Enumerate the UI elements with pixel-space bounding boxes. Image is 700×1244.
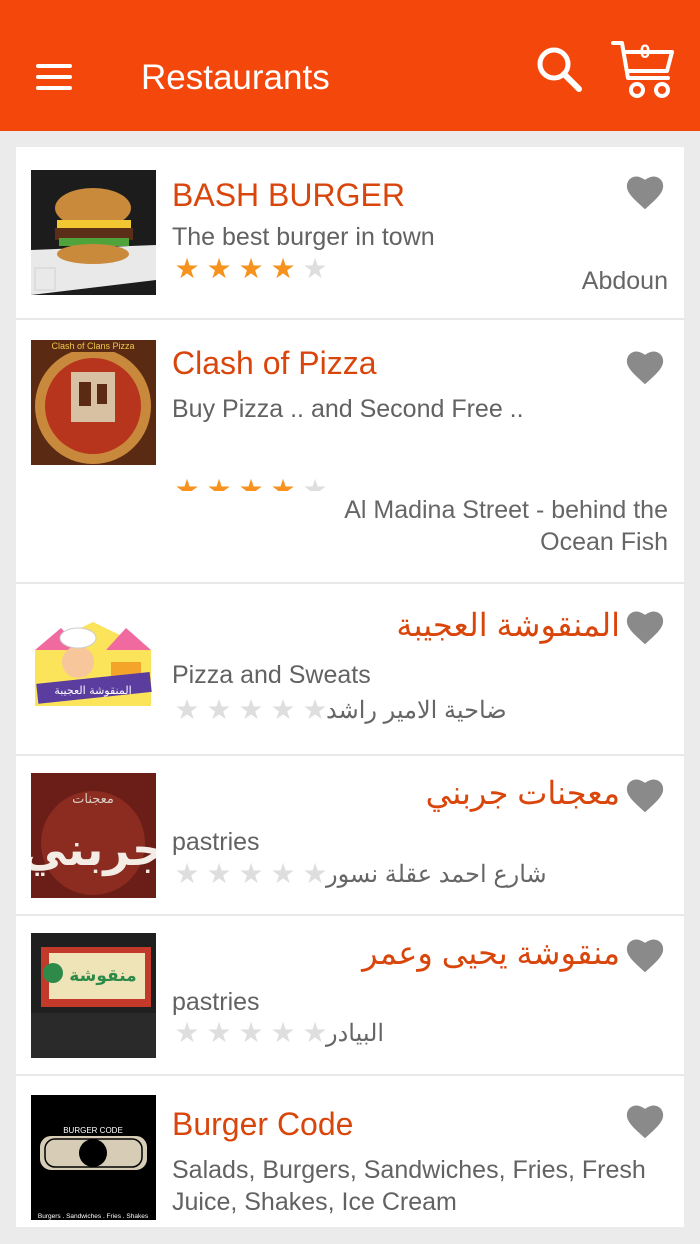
restaurant-name[interactable]: Clash of Pizza xyxy=(172,345,377,382)
star-icon: ★ xyxy=(300,476,330,491)
star-icon: ★ xyxy=(268,476,298,491)
restaurant-description: Salads, Burgers, Sandwiches, Fries, Fres… xyxy=(172,1156,646,1216)
restaurant-thumbnail: BURGER CODE Burgers . Sandwiches . Fries… xyxy=(31,1095,156,1220)
restaurant-item[interactable]: معجنات جربني معجنات جربني pastries ★ ★ ★ ★ ★… xyxy=(16,756,684,916)
star-icon: ★ xyxy=(174,693,200,726)
star-icon: ★ xyxy=(174,252,200,285)
restaurant-location: شارع احمد عقلة نسور xyxy=(326,861,547,888)
restaurant-name[interactable]: BASH BURGER xyxy=(172,177,405,214)
restaurant-thumbnail: Clash of Clans Pizza xyxy=(31,340,156,465)
star-icon: ★ xyxy=(204,476,234,491)
star-icon: ★ xyxy=(174,857,200,890)
restaurant-description: Pizza and Sweats xyxy=(172,661,371,689)
star-icon: ★ xyxy=(206,1016,232,1049)
thumbnail-caption: منقوشة xyxy=(69,966,136,986)
restaurant-location: ضاحية الامير راشد xyxy=(326,697,507,724)
menu-icon[interactable] xyxy=(36,64,74,90)
restaurant-item[interactable]: Clash of Clans Pizza Clash of Pizza Buy … xyxy=(16,320,684,584)
restaurant-name[interactable]: منقوشة يحيى وعمر xyxy=(362,934,620,972)
restaurant-item[interactable]: BURGER CODE Burgers . Sandwiches . Fries… xyxy=(16,1076,684,1227)
thumbnail-caption: المنقوشة العجيبة xyxy=(54,684,131,697)
restaurant-item[interactable]: المنقوشة العجيبة المنقوشة العجيبة Pizza … xyxy=(16,584,684,756)
restaurant-description: Buy Pizza .. and Second Free .. xyxy=(172,395,524,423)
star-icon: ★ xyxy=(270,857,296,890)
star-icon: ★ xyxy=(238,252,264,285)
thumbnail-caption: Clash of Clans Pizza xyxy=(51,341,134,351)
restaurant-name[interactable]: معجنات جربني xyxy=(426,774,620,812)
rating-stars: ★★★★★ xyxy=(172,860,330,890)
restaurant-description: The best burger in town xyxy=(172,223,435,251)
star-icon: ★ xyxy=(236,476,266,491)
star-icon: ★ xyxy=(206,693,232,726)
restaurant-list[interactable]: BASH BURGER The best burger in town ★ ★ ★ ★… xyxy=(16,147,684,1227)
favorite-heart-icon[interactable] xyxy=(624,1102,666,1140)
svg-text:جربني: جربني xyxy=(31,822,156,876)
rating-stars: ★★★★★ xyxy=(172,476,330,491)
thumbnail-subcaption: Burgers . Sandwiches . Fries . Shakes xyxy=(38,1213,149,1220)
restaurant-thumbnail: المنقوشة العجيبة xyxy=(31,610,156,735)
restaurant-location: Al Madina Street - behind the Ocean Fish xyxy=(344,496,668,556)
star-icon: ★ xyxy=(302,252,328,285)
rating-stars: ★★★★★ xyxy=(172,255,330,285)
star-icon: ★ xyxy=(270,252,296,285)
restaurant-item[interactable]: BASH BURGER The best burger in town ★ ★ ★ ★… xyxy=(16,147,684,320)
cart-button[interactable]: 0 xyxy=(610,38,676,100)
star-icon: ★ xyxy=(172,476,202,491)
svg-text:معجنات: معجنات xyxy=(72,792,114,807)
favorite-heart-icon[interactable] xyxy=(624,348,666,386)
favorite-heart-icon[interactable] xyxy=(624,776,666,814)
favorite-heart-icon[interactable] xyxy=(624,173,666,211)
rating-stars: ★★★★★ xyxy=(172,696,330,726)
star-icon: ★ xyxy=(238,1016,264,1049)
star-icon: ★ xyxy=(270,1016,296,1049)
restaurant-description: pastries xyxy=(172,828,260,856)
star-icon: ★ xyxy=(174,1016,200,1049)
rating-stars: ★★★★★ xyxy=(172,1019,330,1049)
restaurant-name[interactable]: Burger Code xyxy=(172,1106,353,1143)
cart-count-badge: 0 xyxy=(639,42,651,63)
star-icon: ★ xyxy=(206,857,232,890)
favorite-heart-icon[interactable] xyxy=(624,936,666,974)
page-title: Restaurants xyxy=(141,58,330,97)
star-icon: ★ xyxy=(238,857,264,890)
app-bar: Restaurants 0 xyxy=(0,0,700,131)
restaurant-location: Abdoun xyxy=(581,267,668,295)
restaurant-item[interactable]: منقوشة منقوشة يحيى وعمر pastries ★ ★ ★ ★ ★ ا… xyxy=(16,916,684,1076)
star-icon: ★ xyxy=(270,693,296,726)
restaurant-thumbnail: معجنات جربني xyxy=(31,773,156,898)
restaurant-description: pastries xyxy=(172,988,260,1016)
search-icon[interactable] xyxy=(534,44,584,94)
restaurant-thumbnail: منقوشة xyxy=(31,933,156,1058)
restaurant-location: البيادر xyxy=(326,1020,385,1047)
favorite-heart-icon[interactable] xyxy=(624,608,666,646)
star-icon: ★ xyxy=(206,252,232,285)
thumbnail-caption: BURGER CODE xyxy=(63,1126,123,1135)
restaurant-thumbnail xyxy=(31,170,156,295)
star-icon: ★ xyxy=(238,693,264,726)
restaurant-name[interactable]: المنقوشة العجيبة xyxy=(396,606,620,644)
